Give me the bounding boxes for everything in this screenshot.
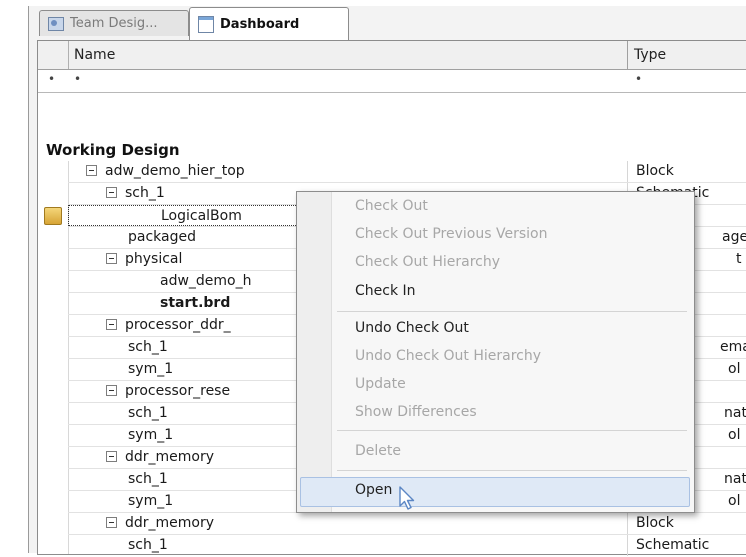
row-name: LogicalBom bbox=[161, 208, 242, 224]
column-header-type[interactable]: Type bbox=[628, 41, 746, 69]
row-name: packaged bbox=[128, 229, 196, 245]
row-name: sch_1 bbox=[128, 339, 168, 355]
row-selector-header[interactable] bbox=[38, 41, 69, 69]
menu-item-check-out-hierarchy[interactable]: Check Out Hierarchy bbox=[355, 254, 500, 270]
collapse-toggle-icon[interactable] bbox=[106, 187, 117, 198]
row-name: sch_1 bbox=[128, 537, 168, 553]
row-name: adw_demo_h bbox=[160, 273, 252, 289]
row-name: ddr_memory bbox=[125, 449, 215, 465]
collapse-toggle-icon[interactable] bbox=[106, 451, 117, 462]
row-name: sch_1 bbox=[128, 471, 168, 487]
row-name: physical bbox=[125, 251, 183, 267]
row-type: ol bbox=[728, 493, 741, 509]
row-name: ddr_memory bbox=[125, 515, 215, 531]
row-type: natic bbox=[724, 471, 746, 487]
menu-item-check-in[interactable]: Check In bbox=[355, 283, 416, 299]
row-type: ol bbox=[728, 427, 741, 443]
menu-separator bbox=[337, 470, 687, 471]
collapse-toggle-icon[interactable] bbox=[106, 319, 117, 330]
menu-item-check-out[interactable]: Check Out bbox=[355, 198, 428, 214]
row-type: Block bbox=[636, 163, 674, 179]
row-name: sch_1 bbox=[128, 405, 168, 421]
row-name-cell: ddr_memory bbox=[68, 513, 628, 534]
table-row[interactable]: adw_demo_hier_top Block bbox=[68, 161, 746, 183]
row-name-cell: adw_demo_hier_top bbox=[68, 161, 628, 182]
row-name: sym_1 bbox=[128, 427, 174, 443]
row-name: sym_1 bbox=[128, 493, 174, 509]
context-menu-icon-strip bbox=[297, 192, 332, 512]
mouse-pointer-icon bbox=[399, 486, 415, 510]
filter-type-marker[interactable]: • bbox=[635, 72, 642, 86]
collapse-toggle-icon[interactable] bbox=[106, 253, 117, 264]
team-design-icon bbox=[48, 16, 64, 31]
filter-row[interactable]: • • • bbox=[38, 70, 746, 93]
menu-item-check-out-previous-version[interactable]: Check Out Previous Version bbox=[355, 226, 547, 242]
menu-item-update[interactable]: Update bbox=[355, 376, 406, 392]
row-type: natic bbox=[724, 405, 746, 421]
menu-item-undo-check-out-hierarchy[interactable]: Undo Check Out Hierarchy bbox=[355, 348, 541, 364]
grid-header: Name Type bbox=[38, 41, 746, 70]
menu-item-show-differences[interactable]: Show Differences bbox=[355, 404, 477, 420]
dashboard-icon bbox=[198, 15, 214, 33]
column-header-name[interactable]: Name bbox=[68, 41, 628, 69]
tab-team-design-label: Team Desig... bbox=[70, 16, 158, 31]
row-name: processor_ddr_ bbox=[125, 317, 231, 333]
menu-separator bbox=[337, 311, 687, 312]
tab-dashboard[interactable]: Dashboard bbox=[189, 7, 349, 40]
row-name: sym_1 bbox=[128, 361, 174, 377]
row-name: adw_demo_hier_top bbox=[105, 163, 245, 179]
row-type: ol bbox=[728, 361, 741, 377]
collapse-toggle-icon[interactable] bbox=[106, 385, 117, 396]
context-menu: Check Out Check Out Previous Version Che… bbox=[296, 191, 695, 513]
menu-item-open[interactable]: Open bbox=[355, 482, 392, 498]
row-type: Block bbox=[636, 515, 674, 531]
menu-item-delete[interactable]: Delete bbox=[355, 443, 401, 459]
tab-strip: Team Desig... Dashboard bbox=[29, 6, 746, 40]
table-row[interactable]: sch_1 Schematic bbox=[68, 535, 746, 557]
row-type: ematic bbox=[720, 339, 746, 355]
row-name: sch_1 bbox=[125, 185, 165, 201]
menu-item-undo-check-out[interactable]: Undo Check Out bbox=[355, 320, 469, 336]
row-name: processor_rese bbox=[125, 383, 231, 399]
collapse-toggle-icon[interactable] bbox=[106, 517, 117, 528]
checked-out-bom-icon bbox=[44, 207, 62, 225]
filter-name-marker[interactable]: • bbox=[74, 72, 81, 86]
row-name: start.brd bbox=[160, 295, 231, 311]
group-header-working-design[interactable]: Working Design bbox=[46, 141, 180, 159]
row-type: t bbox=[736, 251, 742, 267]
row-type: aged bbox=[722, 229, 746, 245]
tab-team-design[interactable]: Team Desig... bbox=[39, 10, 189, 36]
filter-selector-marker: • bbox=[48, 72, 56, 86]
tab-dashboard-label: Dashboard bbox=[220, 16, 300, 32]
collapse-toggle-icon[interactable] bbox=[86, 165, 97, 176]
table-row[interactable]: ddr_memory Block bbox=[68, 513, 746, 535]
menu-separator bbox=[337, 430, 687, 431]
